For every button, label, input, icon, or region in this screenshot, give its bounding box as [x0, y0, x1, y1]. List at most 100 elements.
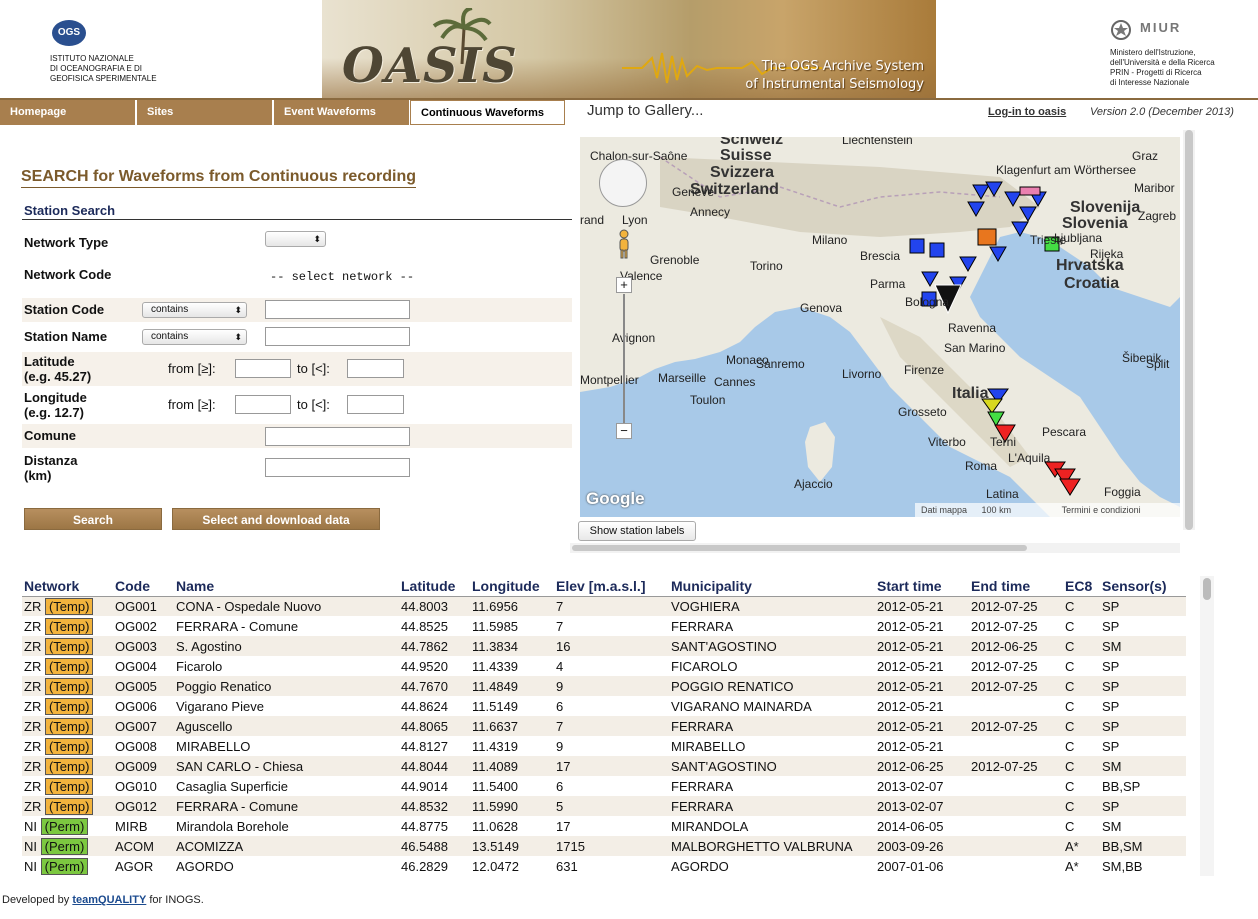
- cell-ec8: C: [1063, 596, 1100, 616]
- station-name-input[interactable]: [265, 327, 410, 346]
- cell-start: 2012-05-21: [875, 716, 969, 736]
- login-link[interactable]: Log-in to oasis: [988, 106, 1066, 118]
- cell-elev: 1715: [554, 836, 669, 856]
- network-type-badge: (Temp): [44, 737, 94, 755]
- longitude-to-input[interactable]: [347, 395, 404, 414]
- latitude-to-input[interactable]: [347, 359, 404, 378]
- map-label: Suisse: [720, 147, 772, 164]
- table-row[interactable]: NI (Perm) AGOR AGORDO 46.2829 12.0472 631 AGOR…: [22, 856, 1186, 876]
- scrollbar-thumb[interactable]: [1185, 130, 1193, 530]
- comune-input[interactable]: [265, 427, 410, 446]
- search-button[interactable]: Search: [24, 508, 162, 530]
- corsica-island: [805, 422, 835, 482]
- cell-code: OG001: [113, 596, 174, 616]
- team-quality-link[interactable]: teamQUALITY: [72, 894, 146, 906]
- column-header-start-time[interactable]: Start time: [875, 576, 969, 597]
- tab-continuous-waveforms[interactable]: Continuous Waveforms: [410, 100, 565, 125]
- comune-row: Comune: [22, 424, 572, 448]
- distanza-input[interactable]: [265, 458, 410, 477]
- map-data-label[interactable]: Dati mappa: [921, 505, 967, 515]
- miur-logo-block[interactable]: MIUR Ministero dell'Istruzione, dell'Uni…: [1110, 18, 1255, 98]
- table-row[interactable]: ZR (Temp) OG006 Vigarano Pieve 44.8624 11.51…: [22, 696, 1186, 716]
- map-vertical-scrollbar[interactable]: [1183, 130, 1195, 530]
- column-header-municipality[interactable]: Municipality: [669, 576, 875, 597]
- table-row[interactable]: ZR (Temp) OG009 SAN CARLO - Chiesa 44.8044 1…: [22, 756, 1186, 776]
- table-row[interactable]: ZR (Temp) OG004 Ficarolo 44.9520 11.4339 4 FIC…: [22, 656, 1186, 676]
- column-header-sensors[interactable]: Sensor(s): [1100, 576, 1186, 597]
- show-station-labels-button[interactable]: Show station labels: [578, 521, 696, 541]
- longitude-label: Longitude (e.g. 12.7): [24, 390, 87, 420]
- cell-muni: MIRANDOLA: [671, 818, 749, 834]
- latitude-from-input[interactable]: [235, 359, 291, 378]
- cell-lat: 44.9014: [401, 778, 448, 794]
- scrollbar-thumb[interactable]: [572, 545, 1027, 551]
- table-row[interactable]: ZR (Temp) OG007 Aguscello 44.8065 11.6637 7 FE…: [22, 716, 1186, 736]
- download-button[interactable]: Select and download data: [172, 508, 380, 530]
- map-label: Rijeka: [1090, 247, 1124, 261]
- network-code-select[interactable]: -- select network --: [270, 270, 414, 284]
- street-view-pegman-icon[interactable]: [616, 229, 632, 259]
- tab-event-waveforms[interactable]: Event Waveforms: [274, 100, 410, 125]
- network-code: ZR: [24, 678, 42, 694]
- network-type-select[interactable]: [265, 231, 326, 247]
- table-row[interactable]: NI (Perm) MIRB Mirandola Borehole 44.8775 11…: [22, 816, 1186, 836]
- cell-lon: 11.5149: [472, 698, 519, 714]
- oasis-banner[interactable]: OASIS The OGS Archive System of Instrume…: [322, 0, 936, 98]
- network-code: ZR: [24, 778, 42, 794]
- zoom-in-button[interactable]: +: [616, 277, 632, 293]
- map-terms-link[interactable]: Termini e condizioni: [1062, 505, 1141, 515]
- cell-end: [969, 816, 1063, 836]
- google-logo[interactable]: Google: [586, 489, 645, 509]
- table-row[interactable]: ZR (Temp) OG012 FERRARA - Comune 44.8532 11.…: [22, 796, 1186, 816]
- station-code-mode-select[interactable]: contains: [142, 302, 247, 318]
- column-header-end-time[interactable]: End time: [969, 576, 1063, 597]
- table-row[interactable]: ZR (Temp) OG010 Casaglia Superficie 44.9014…: [22, 776, 1186, 796]
- table-row[interactable]: ZR (Temp) OG008 MIRABELLO 44.8127 11.4319 9 MI…: [22, 736, 1186, 756]
- ogs-logo[interactable]: OGS ISTITUTO NAZIONALE DI OCEANOGRAFIA E…: [50, 20, 190, 90]
- column-header-latitude[interactable]: Latitude: [399, 576, 470, 597]
- table-row[interactable]: NI (Perm) ACOM ACOMIZZA 46.5488 13.5149 1715 M…: [22, 836, 1186, 856]
- station-map[interactable]: Chalon-sur-Saône Suisse Svizzera Switzer…: [580, 137, 1180, 517]
- map-pan-control[interactable]: [599, 159, 647, 207]
- cell-muni: MIRABELLO: [671, 738, 746, 754]
- network-code: NI: [24, 838, 37, 854]
- column-header-ec8[interactable]: EC8: [1063, 576, 1100, 597]
- map-label: Graz: [1132, 149, 1159, 163]
- cell-lat: 44.8532: [399, 796, 470, 816]
- column-header-longitude[interactable]: Longitude: [470, 576, 554, 597]
- column-header-elevation[interactable]: Elev [m.a.s.l.]: [554, 576, 669, 597]
- tab-sites[interactable]: Sites: [137, 100, 273, 125]
- cell-lat: 44.8044: [399, 756, 470, 776]
- table-row[interactable]: ZR (Temp) OG005 Poggio Renatico 44.7670 11.4…: [22, 676, 1186, 696]
- nav-bar: Homepage Sites Event Waveforms Continuou…: [0, 100, 1258, 125]
- zoom-out-button[interactable]: −: [616, 423, 632, 439]
- cell-muni: VOGHIERA: [669, 596, 875, 616]
- column-header-network[interactable]: Network: [22, 576, 113, 597]
- cell-lon: 11.5990: [470, 796, 554, 816]
- station-name-mode-select[interactable]: contains: [142, 329, 247, 345]
- cell-ec8: C: [1065, 618, 1075, 634]
- column-header-name[interactable]: Name: [174, 576, 399, 597]
- table-scrollbar[interactable]: [1200, 576, 1214, 876]
- cell-sensor: SM: [1102, 818, 1122, 834]
- cell-network: ZR (Temp): [22, 656, 113, 676]
- map-label: Cannes: [714, 375, 756, 389]
- cell-end: 2012-06-25: [969, 636, 1063, 656]
- network-type-badge: (Temp): [44, 777, 94, 795]
- zoom-slider[interactable]: [623, 294, 625, 424]
- longitude-from-input[interactable]: [235, 395, 291, 414]
- scrollbar-thumb[interactable]: [1203, 578, 1211, 600]
- station-name-label: Station Name: [24, 329, 108, 344]
- tab-homepage[interactable]: Homepage: [0, 100, 136, 125]
- station-code-input[interactable]: [265, 300, 410, 319]
- cell-muni: FERRARA: [669, 796, 875, 816]
- map-label: Avignon: [612, 331, 656, 345]
- table-row[interactable]: ZR (Temp) OG003 S. Agostino 44.7862 11.3834 1…: [22, 636, 1186, 656]
- column-header-code[interactable]: Code: [113, 576, 174, 597]
- map-horizontal-scrollbar[interactable]: [570, 543, 1180, 553]
- cell-lat: 44.8775: [401, 818, 448, 834]
- table-row[interactable]: ZR (Temp) OG001 CONA - Ospedale Nuovo 44.80…: [22, 596, 1186, 616]
- jump-to-gallery-link[interactable]: Jump to Gallery...: [587, 102, 703, 119]
- table-row[interactable]: ZR (Temp) OG002 FERRARA - Comune 44.8525 11.…: [22, 616, 1186, 636]
- map-label: Annecy: [690, 205, 731, 219]
